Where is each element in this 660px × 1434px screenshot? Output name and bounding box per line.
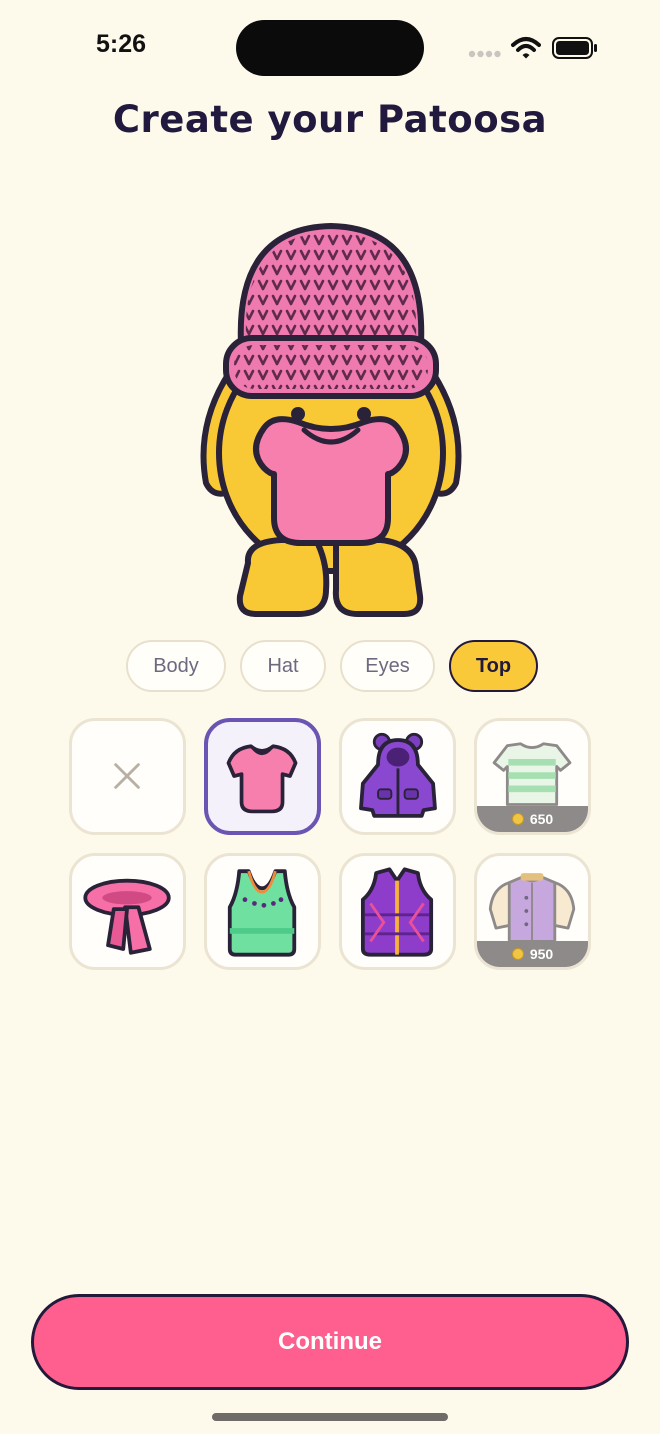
status-bar: 5:26 [0, 0, 660, 96]
item-varsity-jacket[interactable]: 950 [474, 853, 591, 970]
battery-icon [552, 37, 597, 59]
tab-body[interactable]: Body [126, 640, 226, 692]
price-value: 650 [529, 811, 554, 827]
price-value: 950 [529, 946, 554, 962]
item-purple-bear-hoodie[interactable] [339, 718, 456, 835]
home-indicator [212, 1413, 448, 1421]
category-tabs: Body Hat Eyes Top [126, 640, 538, 696]
item-green-tank-top[interactable] [204, 853, 321, 970]
dynamic-island [236, 20, 424, 76]
tab-top[interactable]: Top [449, 640, 538, 692]
signal-icon [468, 50, 501, 58]
price-tag: 950 [477, 941, 588, 967]
pink-tshirt-icon [226, 744, 298, 814]
patoosa-avatar [200, 223, 462, 617]
item-grid: 650 950 [69, 718, 591, 970]
tab-hat[interactable]: Hat [240, 640, 326, 692]
price-tag: 650 [477, 806, 588, 832]
item-purple-puffer-vest[interactable] [339, 853, 456, 970]
item-pink-tshirt[interactable] [204, 718, 321, 835]
coin-icon [511, 948, 524, 960]
coin-icon [511, 813, 524, 825]
page-title: Create your Patoosa [112, 98, 548, 141]
status-time: 5:26 [96, 30, 147, 58]
purple-puffer-vest-icon [360, 867, 434, 957]
none-x-icon [114, 763, 140, 789]
tab-eyes[interactable]: Eyes [340, 640, 435, 692]
continue-button[interactable]: Continue [31, 1294, 629, 1390]
green-tank-top-icon [227, 869, 297, 957]
item-none[interactable] [69, 718, 186, 835]
item-striped-sweater[interactable]: 650 [474, 718, 591, 835]
wifi-icon [511, 37, 541, 59]
item-pink-scarf[interactable] [69, 853, 186, 970]
pink-scarf-icon [83, 878, 171, 955]
purple-bear-hoodie-icon [359, 732, 437, 818]
